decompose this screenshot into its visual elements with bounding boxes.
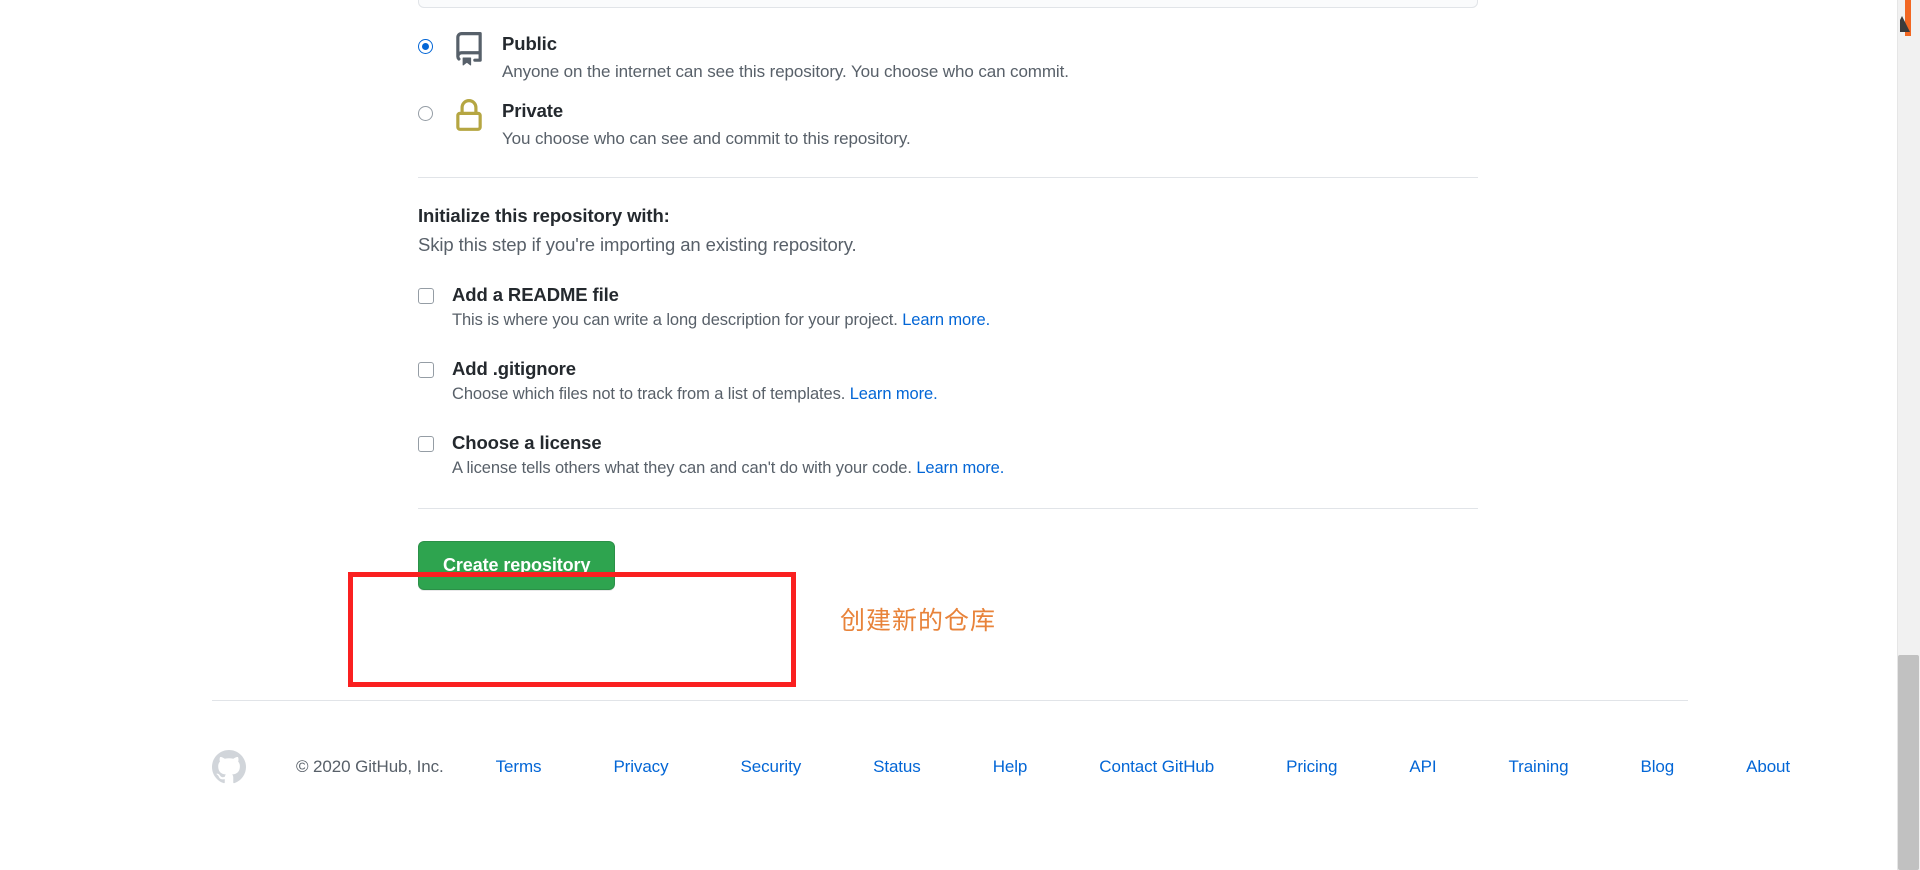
visibility-label-public: Public: [502, 33, 557, 54]
footer-link-training[interactable]: Training: [1508, 757, 1568, 777]
page-root: Public Anyone on the internet can see th…: [0, 0, 1920, 870]
footer-link-help[interactable]: Help: [993, 757, 1028, 777]
checkbox-description-text-gitignore: Choose which files not to track from a l…: [452, 385, 846, 404]
visibility-description-private: You choose who can see and commit to thi…: [502, 128, 911, 148]
repo-book-icon: [452, 32, 486, 66]
annotation-cursor-arrow-icon: [1894, 0, 1916, 52]
checkbox-description-gitignore: Choose which files not to track from a l…: [452, 385, 938, 404]
checkbox-label-readme: Add a README file: [452, 284, 619, 306]
repository-form: Public Anyone on the internet can see th…: [418, 30, 1478, 619]
form-panel-stub: [418, 0, 1478, 8]
checkbox-label-license: Choose a license: [452, 432, 602, 454]
initialize-section: Initialize this repository with: Skip th…: [418, 178, 1478, 619]
vertical-scrollbar-thumb[interactable]: [1898, 655, 1919, 870]
radio-public[interactable]: [418, 39, 433, 54]
checkbox-label-gitignore: Add .gitignore: [452, 358, 576, 380]
checkbox-license[interactable]: [418, 436, 434, 453]
checkbox-description-readme: This is where you can write a long descr…: [452, 311, 990, 330]
checkbox-readme[interactable]: [418, 288, 434, 305]
visibility-description-public: Anyone on the internet can see this repo…: [502, 62, 1069, 82]
visibility-label-private: Private: [502, 99, 564, 121]
footer-links: Terms Privacy Security Status Help Conta…: [496, 757, 1790, 777]
footer-link-about[interactable]: About: [1746, 757, 1790, 777]
learn-more-link-license[interactable]: Learn more.: [916, 459, 1004, 477]
checkbox-row-gitignore[interactable]: Add .gitignore Choose which files not to…: [418, 358, 1478, 404]
visibility-option-public[interactable]: Public Anyone on the internet can see th…: [418, 30, 1478, 85]
page-footer: © 2020 GitHub, Inc. Terms Privacy Securi…: [212, 750, 1790, 784]
learn-more-link-gitignore[interactable]: Learn more.: [850, 385, 938, 403]
footer-divider: [212, 700, 1688, 701]
footer-link-blog[interactable]: Blog: [1640, 757, 1674, 777]
visibility-option-private[interactable]: Private You choose who can see and commi…: [418, 97, 1478, 152]
footer-link-status[interactable]: Status: [873, 757, 921, 777]
checkbox-description-text-license: A license tells others what they can and…: [452, 459, 912, 478]
initialize-subheading: Skip this step if you're importing an ex…: [418, 234, 857, 256]
annotation-chinese-note: 创建新的仓库: [840, 606, 997, 635]
checkbox-row-readme[interactable]: Add a README file This is where you can …: [418, 284, 1478, 330]
vertical-scrollbar-track[interactable]: [1897, 0, 1920, 870]
footer-link-pricing[interactable]: Pricing: [1286, 757, 1337, 777]
github-octocat-icon: [212, 750, 246, 784]
footer-link-contact-github[interactable]: Contact GitHub: [1099, 757, 1214, 777]
initialize-heading: Initialize this repository with:: [418, 205, 670, 227]
footer-copyright: © 2020 GitHub, Inc.: [296, 757, 444, 776]
create-repository-button[interactable]: Create repository: [418, 541, 616, 591]
footer-link-privacy[interactable]: Privacy: [613, 757, 668, 777]
checkbox-description-license: A license tells others what they can and…: [452, 459, 1004, 478]
checkbox-description-text-readme: This is where you can write a long descr…: [452, 311, 898, 330]
footer-link-terms[interactable]: Terms: [496, 757, 542, 777]
lock-icon: [452, 98, 486, 133]
learn-more-link-readme[interactable]: Learn more.: [902, 311, 990, 329]
radio-private[interactable]: [418, 105, 433, 121]
footer-link-security[interactable]: Security: [740, 757, 801, 777]
footer-link-api[interactable]: API: [1409, 757, 1436, 777]
checkbox-gitignore[interactable]: [418, 362, 434, 379]
checkbox-row-license[interactable]: Choose a license A license tells others …: [418, 432, 1478, 478]
